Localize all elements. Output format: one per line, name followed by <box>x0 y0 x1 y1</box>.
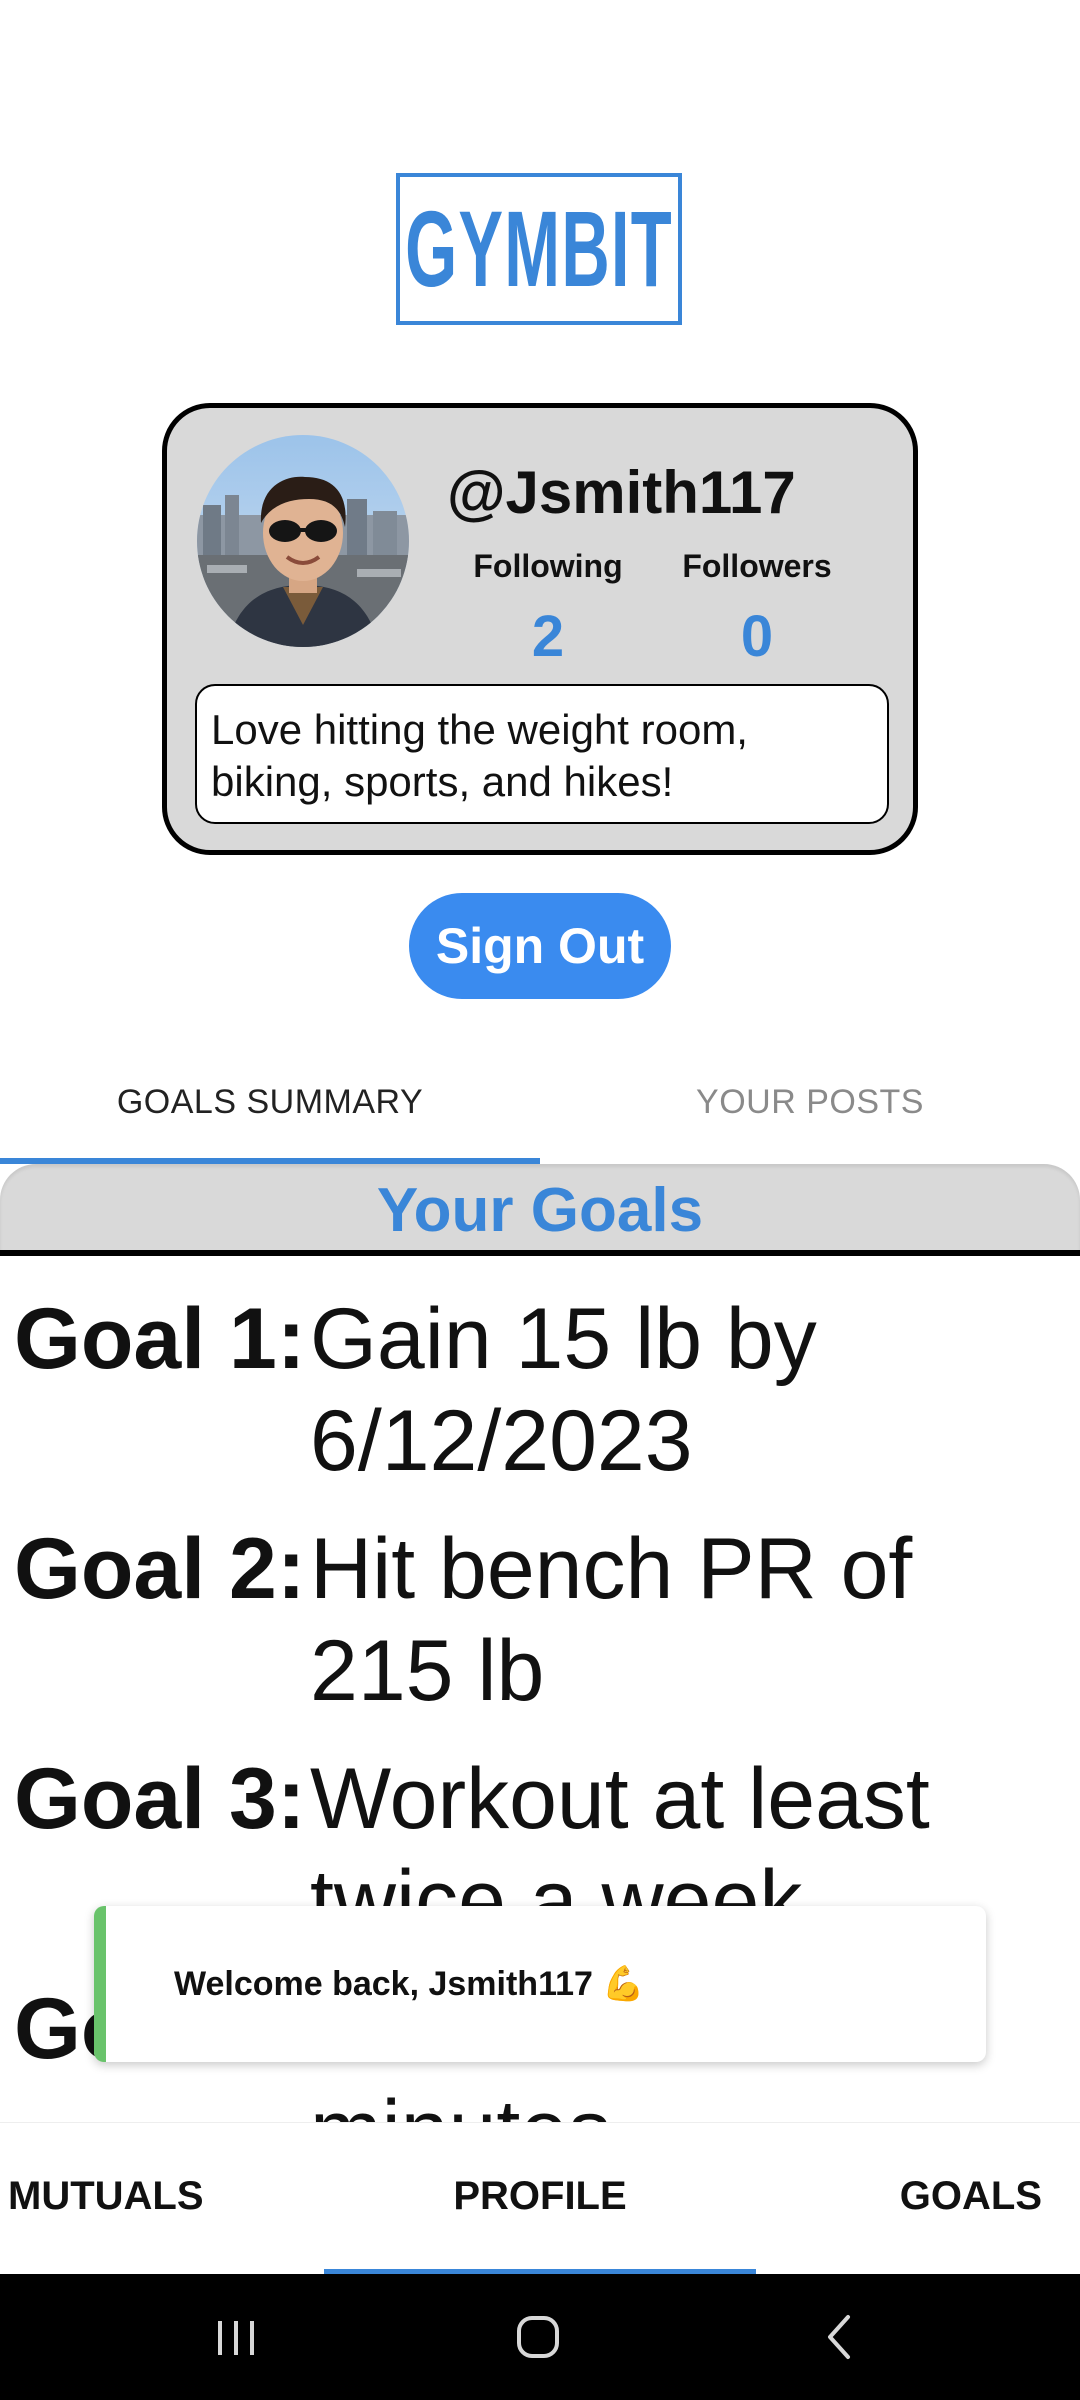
back-icon[interactable] <box>800 2299 880 2375</box>
goal-text: Hit bench PR of 215 lb <box>310 1521 913 1719</box>
tab-your-posts[interactable]: YOUR POSTS <box>540 1040 1080 1164</box>
sign-out-button[interactable]: Sign Out <box>409 893 671 999</box>
goal-text: Gain 15 lb by 6/12/2023 <box>310 1291 817 1489</box>
nav-profile[interactable]: PROFILE <box>324 2123 756 2269</box>
bio-box: Love hitting the weight room, biking, sp… <box>195 684 889 824</box>
goal-label: Goal 3: <box>14 1751 306 1847</box>
avatar-image <box>197 435 409 647</box>
app-logo: GYMBIT <box>396 173 682 325</box>
nav-goals[interactable]: GOALS <box>900 2123 1042 2269</box>
profile-tabs: GOALS SUMMARY YOUR POSTS <box>0 1040 1080 1164</box>
toast-accent-bar <box>94 1906 106 2062</box>
following-count[interactable]: 2 <box>448 603 648 670</box>
home-icon[interactable] <box>498 2299 578 2375</box>
system-nav-bar <box>0 2274 1080 2400</box>
recents-icon[interactable] <box>196 2299 276 2375</box>
bottom-nav: MUTUALS PROFILE GOALS <box>0 2122 1080 2275</box>
logo-text: GYMBIT <box>405 188 673 309</box>
username: @Jsmith117 <box>447 459 796 526</box>
goal-label: Goal 2: <box>14 1521 306 1617</box>
profile-card: @Jsmith117 Following Followers 2 0 Love … <box>162 403 918 855</box>
avatar[interactable] <box>197 435 409 647</box>
following-label: Following <box>473 548 623 584</box>
followers-count[interactable]: 0 <box>657 603 857 670</box>
welcome-toast[interactable]: Welcome back, Jsmith117 💪 <box>94 1906 986 2062</box>
goals-title: Your Goals <box>376 1175 704 1245</box>
nav-mutuals[interactable]: MUTUALS <box>8 2123 204 2269</box>
goals-header: Your Goals <box>0 1164 1080 1256</box>
goal-label: Goal 1: <box>14 1291 306 1387</box>
tab-goals-summary[interactable]: GOALS SUMMARY <box>0 1040 540 1164</box>
toast-message: Welcome back, Jsmith117 💪 <box>174 1965 645 2003</box>
bio-text: Love hitting the weight room, biking, sp… <box>211 706 748 805</box>
followers-label: Followers <box>682 548 832 584</box>
goal-text: minutes <box>310 2080 1050 2122</box>
